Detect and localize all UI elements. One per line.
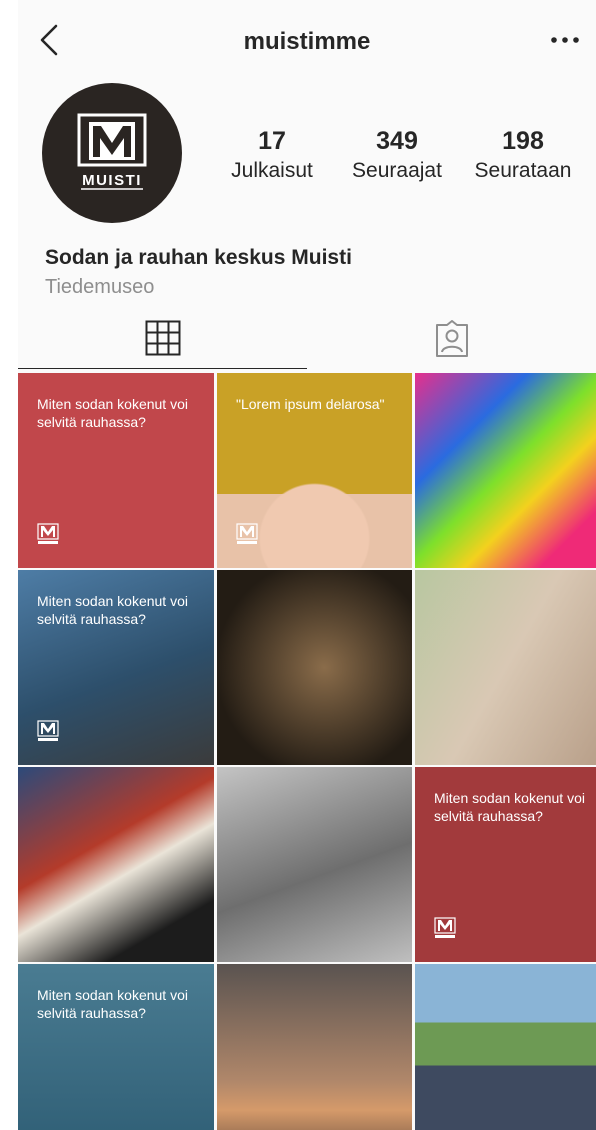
following-count-label: Seurataan bbox=[474, 159, 572, 182]
post-tile[interactable]: Miten sodan kokenut voi selvitä rauhassa… bbox=[18, 964, 214, 1130]
muisti-logo-icon bbox=[434, 917, 456, 938]
post-tile[interactable] bbox=[217, 964, 412, 1130]
profile-name: Sodan ja rauhan keskus Muisti bbox=[45, 246, 352, 269]
page-title: muistimme bbox=[243, 28, 371, 55]
post-tile[interactable]: Miten sodan kokenut voi selvitä rauhassa… bbox=[415, 767, 596, 962]
svg-text:MUISTI: MUISTI bbox=[82, 172, 142, 189]
profile-category: Tiedemuseo bbox=[45, 276, 155, 298]
posts-count-value: 17 bbox=[258, 127, 286, 155]
muisti-logo-icon bbox=[37, 720, 59, 741]
more-horizontal-icon bbox=[551, 37, 579, 43]
post-tile[interactable] bbox=[415, 373, 596, 568]
followers-count-value: 349 bbox=[376, 127, 418, 155]
post-caption: Miten sodan kokenut voi selvitä rauhassa… bbox=[37, 396, 188, 430]
posts-count-label: Julkaisut bbox=[231, 159, 313, 182]
following-count-value: 198 bbox=[502, 127, 544, 155]
more-options-button[interactable] bbox=[548, 30, 582, 50]
following-count[interactable]: 198 Seurataan bbox=[468, 126, 578, 186]
post-tile[interactable]: "Lorem ipsum delarosa" bbox=[217, 373, 412, 568]
post-caption: Miten sodan kokenut voi selvitä rauhassa… bbox=[37, 987, 188, 1021]
post-tile[interactable] bbox=[217, 767, 412, 962]
post-caption: Miten sodan kokenut voi selvitä rauhassa… bbox=[434, 790, 585, 824]
posts-count[interactable]: 17 Julkaisut bbox=[220, 126, 324, 186]
top-bar: muistimme bbox=[18, 0, 596, 86]
post-tile[interactable]: Miten sodan kokenut voi selvitä rauhassa… bbox=[18, 570, 214, 765]
avatar[interactable]: MUISTI bbox=[42, 83, 182, 223]
post-tile[interactable] bbox=[415, 570, 596, 765]
tab-grid[interactable] bbox=[18, 314, 307, 369]
post-caption: "Lorem ipsum delarosa" bbox=[236, 396, 385, 412]
profile-screen: muistimme MUISTI 17 Julkaisut 349 Seuraa… bbox=[18, 0, 596, 1130]
post-caption: Miten sodan kokenut voi selvitä rauhassa… bbox=[37, 593, 188, 627]
muisti-logo-icon bbox=[236, 523, 258, 544]
post-grid: Miten sodan kokenut voi selvitä rauhassa… bbox=[18, 373, 596, 1130]
post-tile[interactable] bbox=[415, 964, 596, 1130]
followers-count-label: Seuraajat bbox=[352, 159, 442, 182]
post-tile[interactable] bbox=[18, 767, 214, 962]
post-tile[interactable]: Miten sodan kokenut voi selvitä rauhassa… bbox=[18, 373, 214, 568]
grid-icon bbox=[145, 320, 180, 356]
muisti-logo: MUISTI bbox=[77, 113, 147, 190]
followers-count[interactable]: 349 Seuraajat bbox=[342, 126, 452, 186]
post-tile[interactable] bbox=[217, 570, 412, 765]
tab-tagged[interactable] bbox=[307, 314, 596, 368]
muisti-logo-icon bbox=[37, 523, 59, 544]
tagged-person-icon bbox=[435, 320, 468, 357]
